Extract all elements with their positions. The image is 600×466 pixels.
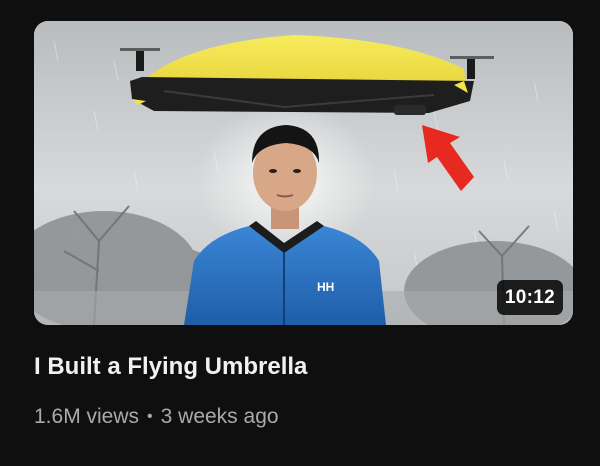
- video-metadata: 1.6M views • 3 weeks ago: [34, 402, 279, 434]
- video-card[interactable]: HH 10:12 I Built a Flying Umbrella 1.6M …: [0, 0, 600, 466]
- view-count: 1.6M views: [34, 405, 140, 428]
- video-thumbnail[interactable]: HH 10:12: [34, 21, 573, 325]
- upload-age: 3 weeks ago: [160, 405, 279, 428]
- jacket-logo: HH: [317, 280, 334, 294]
- duration-badge: 10:12: [496, 280, 563, 315]
- thumbnail-image: HH: [34, 21, 573, 325]
- separator-dot: •: [147, 408, 153, 425]
- video-title[interactable]: I Built a Flying Umbrella: [34, 352, 307, 382]
